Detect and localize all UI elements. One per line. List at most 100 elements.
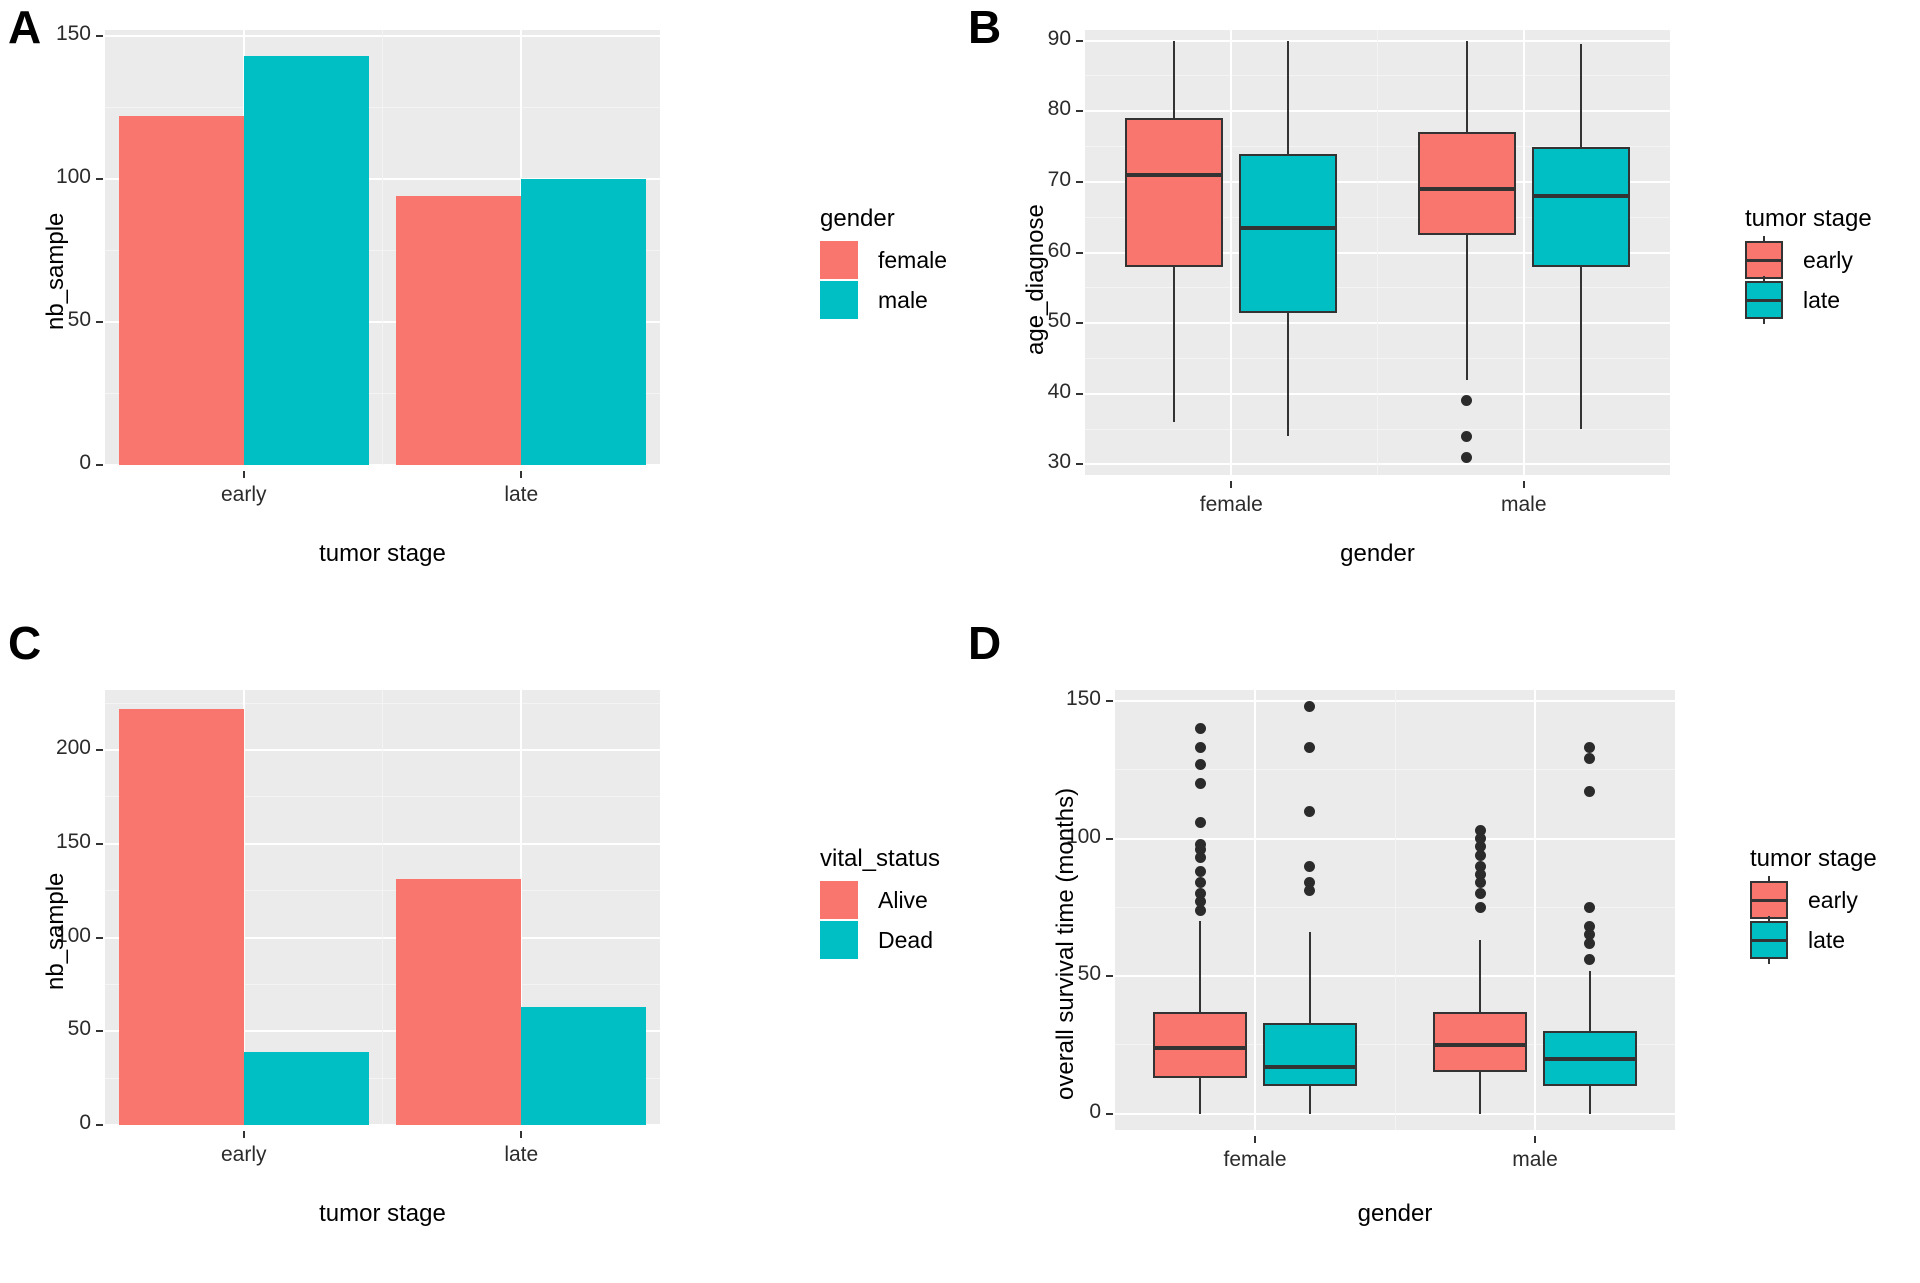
gridline-minor-v (382, 30, 383, 465)
outlier-point (1584, 753, 1596, 765)
whisker-upper (1465, 40, 1468, 133)
box-male-early[interactable] (1417, 132, 1516, 235)
whisker-upper (1199, 921, 1202, 1012)
outlier-point (1194, 723, 1206, 734)
y-tick-mark (1106, 1112, 1113, 1115)
panel-b-y-title: age_diagnose (1022, 204, 1049, 355)
x-tick-mark (242, 1131, 245, 1138)
panel-c-legend-title: vital_status (820, 845, 941, 872)
panel-c-x-title: tumor stage (319, 1200, 446, 1227)
panel-c-legend: vital_status Alive Dead (820, 845, 940, 961)
y-tick-mark (96, 34, 103, 37)
outlier-point (1194, 758, 1206, 770)
median-line (1542, 1056, 1637, 1061)
legend-label-dead: Dead (878, 926, 933, 953)
outlier-point (1304, 701, 1316, 712)
y-tick-mark (96, 464, 103, 466)
bar-female-early[interactable] (118, 115, 244, 465)
bar-female-late[interactable] (396, 196, 522, 465)
x-tick-label: female (1199, 493, 1263, 516)
panel-c-y-title: nb_sample (42, 872, 69, 990)
x-tick-label: male (1500, 493, 1547, 516)
legend-item-alive[interactable]: Alive (820, 881, 940, 919)
y-tick-label: 150 (1065, 687, 1101, 710)
outlier-point (1304, 805, 1316, 817)
y-tick-label: 0 (79, 451, 91, 474)
panel-a-letter: A (8, 1, 42, 53)
gridline-major-v (1254, 690, 1256, 1130)
panel-b-x-title: gender (1340, 540, 1415, 567)
y-tick-mark (96, 749, 103, 751)
whisker-upper (1479, 940, 1482, 1012)
y-tick-label: 90 (1047, 26, 1071, 50)
y-tick-label: 30 (1047, 450, 1071, 474)
panel-b-plot-area (1085, 30, 1670, 475)
y-tick-label: 0 (1089, 1099, 1101, 1123)
whisker-lower (1308, 1086, 1311, 1114)
legend-item-male[interactable]: male (820, 281, 947, 319)
legend-item-early[interactable]: early (1745, 236, 1872, 284)
y-tick-mark (1076, 110, 1083, 113)
panel-d-x-title: gender (1357, 1200, 1433, 1227)
panel-c: C 0 50 100 150 200 early late tumor stage nb_… (0, 620, 960, 1283)
box-female-late[interactable] (1239, 153, 1338, 313)
legend-item-early-d[interactable]: early (1750, 876, 1877, 924)
whisker-upper (1308, 932, 1311, 1023)
legend-item-late-d[interactable]: late (1750, 916, 1877, 964)
bar-dead-early[interactable] (243, 1051, 369, 1125)
outlier-point (1474, 901, 1486, 913)
whisker-lower (1588, 1086, 1591, 1114)
outlier-point (1584, 954, 1596, 965)
bar-male-late[interactable] (521, 178, 647, 465)
legend-key-late (1750, 916, 1788, 964)
median-line (1531, 193, 1630, 198)
y-tick-mark (1076, 392, 1083, 395)
box-male-late[interactable] (1531, 146, 1630, 267)
panel-d: D 0 50 100 150 female male gender overall su… (960, 620, 1920, 1283)
x-tick-label: male (1512, 1148, 1558, 1171)
y-tick-label: 50 (67, 1017, 91, 1041)
bar-male-early[interactable] (243, 55, 369, 465)
gridline-major-v (1522, 30, 1525, 475)
outlier-point (1584, 901, 1596, 913)
legend-item-late[interactable]: late (1745, 276, 1872, 324)
y-tick-mark (1106, 837, 1113, 840)
whisker-lower (1465, 234, 1468, 380)
legend-label-early: early (1803, 246, 1853, 273)
bar-alive-early[interactable] (118, 708, 244, 1125)
bar-dead-late[interactable] (521, 1006, 647, 1125)
outlier-point (1474, 888, 1486, 899)
panel-a-y-title: nb_sample (42, 212, 69, 330)
y-tick-mark (1076, 322, 1083, 325)
whisker-upper (1287, 40, 1290, 154)
panel-a-plot-area (105, 30, 660, 465)
outlier-point (1474, 877, 1486, 888)
box-female-late[interactable] (1262, 1022, 1357, 1086)
y-tick-mark (1076, 180, 1083, 183)
outlier-point (1461, 430, 1473, 442)
whisker-upper (1173, 40, 1176, 119)
panel-b-legend-title: tumor stage (1745, 205, 1872, 232)
panel-c-plot-area (105, 690, 660, 1125)
y-tick-label: 40 (1047, 379, 1071, 403)
y-tick-label: 100 (55, 164, 91, 188)
legend-key-female (820, 241, 858, 279)
median-line (1153, 1045, 1248, 1050)
outlier-point (1584, 937, 1596, 949)
x-tick-label: early (220, 483, 267, 506)
y-tick-mark (96, 177, 103, 180)
legend-item-dead[interactable]: Dead (820, 921, 940, 959)
median-line (1262, 1064, 1357, 1069)
gridline-minor-v (1377, 30, 1378, 475)
legend-item-female[interactable]: female (820, 241, 947, 279)
y-tick-mark (96, 1124, 103, 1126)
outlier-point (1474, 849, 1486, 861)
panel-d-legend-title: tumor stage (1750, 845, 1877, 872)
panel-b-letter: B (968, 1, 1002, 53)
x-tick-mark (520, 471, 523, 478)
bar-alive-late[interactable] (396, 879, 522, 1125)
box-female-early[interactable] (1125, 118, 1224, 267)
y-tick-mark (1106, 975, 1113, 977)
y-tick-mark (1076, 251, 1083, 254)
panel-d-plot-area (1115, 690, 1675, 1130)
